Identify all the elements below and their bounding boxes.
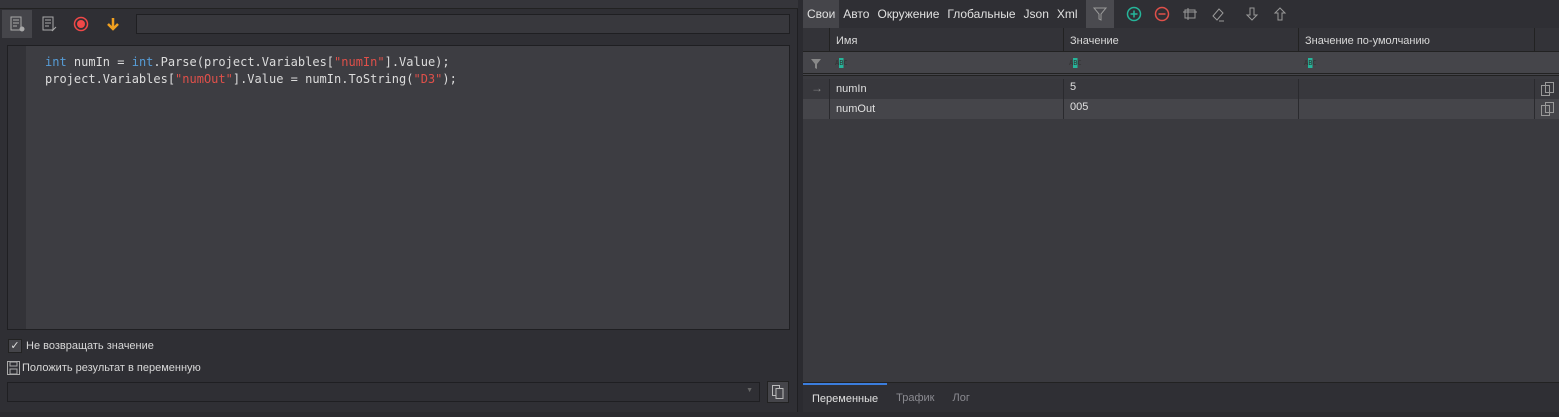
- plus-circle-icon: [1126, 6, 1141, 22]
- top-strip: [0, 0, 798, 9]
- step-down-button[interactable]: [98, 10, 128, 38]
- editor-gutter: [8, 46, 26, 329]
- clear-button[interactable]: [1204, 0, 1232, 28]
- eraser-icon: [1211, 8, 1224, 22]
- snippet-settings-button[interactable]: [2, 10, 32, 38]
- column-extra: [1534, 28, 1559, 51]
- remove-variable-button[interactable]: [1148, 0, 1176, 28]
- column-name[interactable]: Имя: [829, 28, 1063, 51]
- tab-1[interactable]: Авто: [839, 0, 873, 28]
- code-panel: int numIn = int.Parse(project.Variables[…: [0, 0, 798, 412]
- variable-picker-button[interactable]: [767, 381, 789, 403]
- bottom-tab-1[interactable]: Трафик: [887, 383, 943, 412]
- document-edit-icon: [42, 16, 57, 32]
- code-token: "numIn": [334, 55, 385, 69]
- move-down-button[interactable]: [1238, 0, 1266, 28]
- code-token: project.Variables[: [45, 72, 176, 86]
- code-line: int numIn = int.Parse(project.Variables[…: [45, 54, 457, 71]
- cell-value[interactable]: 5: [1063, 79, 1298, 99]
- result-variable-select[interactable]: ▼: [7, 382, 760, 402]
- code-token: "numOut": [175, 72, 233, 86]
- value-filter-input[interactable]: ABC: [1069, 58, 1082, 68]
- no-return-checkbox[interactable]: ✓: [8, 339, 22, 353]
- code-token: int: [45, 55, 67, 69]
- tab-0[interactable]: Свои: [803, 0, 840, 28]
- arrow-up-icon: [1273, 7, 1286, 21]
- arrow-down-icon: [107, 18, 119, 31]
- move-up-button[interactable]: [1266, 0, 1294, 28]
- document-gear-icon: [10, 16, 25, 32]
- save-icon: [7, 361, 20, 375]
- code-token: .Parse(project.Variables[: [153, 55, 335, 69]
- tab-4[interactable]: Json: [1020, 0, 1053, 28]
- bottom-tabs: Переменные Трафик Лог: [803, 382, 1559, 412]
- copy-value-button[interactable]: [1534, 99, 1559, 119]
- bottom-tab-2[interactable]: Лог: [943, 383, 978, 412]
- copy-icon: [1541, 102, 1554, 116]
- code-text: int numIn = int.Parse(project.Variables[…: [45, 54, 457, 88]
- code-editor[interactable]: int numIn = int.Parse(project.Variables[…: [7, 45, 790, 330]
- code-token: ].Value = numIn.ToString(: [232, 72, 414, 86]
- copy-value-button[interactable]: [1534, 79, 1559, 99]
- record-icon: [73, 16, 89, 32]
- cell-default[interactable]: [1298, 79, 1534, 99]
- cell-name[interactable]: numIn: [829, 79, 1063, 99]
- tab-3[interactable]: Глобальные: [943, 0, 1019, 28]
- filter-button[interactable]: [1085, 0, 1114, 28]
- frame-button[interactable]: [1176, 0, 1204, 28]
- tab-2[interactable]: Окружение: [873, 0, 943, 28]
- chevron-down-icon: ▼: [746, 387, 753, 394]
- table-row[interactable]: → numIn 5: [803, 79, 1559, 99]
- snippet-name-input[interactable]: [136, 14, 790, 34]
- minus-circle-icon: [1154, 6, 1169, 22]
- filter-icon: [811, 59, 821, 69]
- column-default[interactable]: Значение по-умолчанию: [1298, 28, 1534, 51]
- cell-name[interactable]: numOut: [829, 99, 1063, 119]
- code-token: int: [131, 55, 154, 69]
- code-token: numIn =: [66, 55, 132, 69]
- copy-icon: [1541, 82, 1554, 96]
- record-button[interactable]: [66, 10, 96, 38]
- copy-icon: [772, 385, 784, 399]
- save-result-label: Положить результат в переменную: [22, 362, 201, 374]
- code-token: );: [442, 72, 457, 86]
- code-line: project.Variables["numOut"].Value = numI…: [45, 71, 457, 88]
- add-variable-button[interactable]: [1120, 0, 1148, 28]
- arrow-down-icon: [1245, 7, 1258, 21]
- cell-value[interactable]: 005: [1063, 99, 1298, 119]
- current-row-arrow-icon: →: [811, 81, 823, 95]
- table-row[interactable]: numOut 005: [803, 99, 1559, 119]
- filter-icon: [1092, 7, 1107, 21]
- no-return-label: Не возвращать значение: [26, 340, 154, 352]
- bottom-tab-0[interactable]: Переменные: [803, 383, 888, 412]
- column-value[interactable]: Значение: [1063, 28, 1298, 51]
- name-filter-input[interactable]: ABC: [835, 58, 848, 68]
- table-header: Имя Значение Значение по-умолчанию: [803, 28, 1559, 52]
- code-token: "D3": [413, 72, 443, 86]
- tab-5[interactable]: Xml: [1053, 0, 1082, 28]
- snippet-edit-button[interactable]: [34, 10, 64, 38]
- variable-scope-tabs: Свои Авто Окружение Глобальные Json Xml: [803, 0, 1559, 28]
- code-token: ].Value);: [384, 55, 450, 69]
- default-filter-input[interactable]: ABC: [1304, 58, 1317, 68]
- frame-icon: [1182, 8, 1197, 20]
- cell-default[interactable]: [1298, 99, 1534, 119]
- filter-row: ABC ABC ABC: [803, 52, 1559, 76]
- variables-panel: Свои Авто Окружение Глобальные Json Xml Имя З…: [803, 0, 1559, 412]
